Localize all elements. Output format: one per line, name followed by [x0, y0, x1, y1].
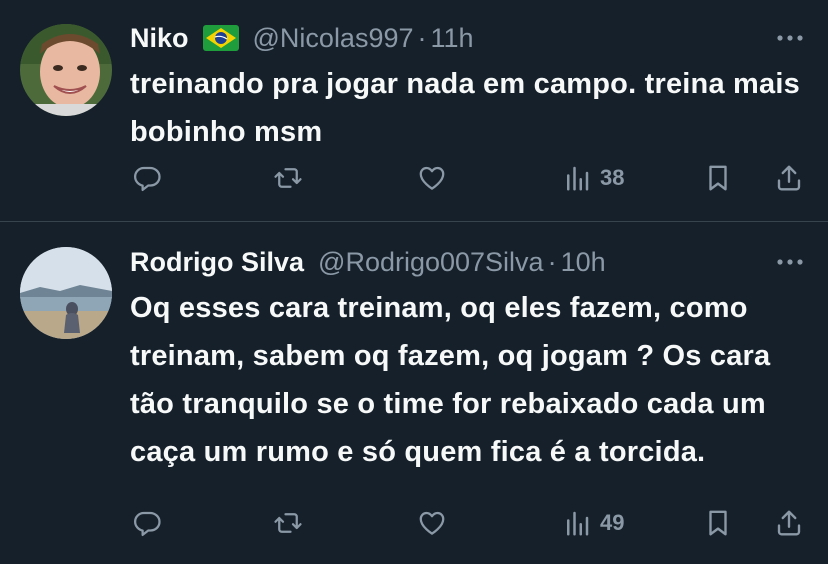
timestamp[interactable]: 11h [431, 23, 474, 54]
views-icon [567, 166, 589, 191]
share-icon [777, 165, 801, 191]
bookmark-button[interactable] [703, 505, 733, 541]
like-icon [419, 511, 445, 535]
username[interactable]: @Nicolas997 [253, 23, 414, 54]
retweet-icon [274, 168, 302, 188]
brazil-flag-icon [202, 25, 239, 51]
tweet[interactable]: Rodrigo Silva @Rodrigo007Silva · 10h Oq … [0, 222, 828, 564]
reply-button[interactable] [132, 160, 162, 196]
separator-dot: · [417, 22, 427, 53]
username[interactable]: @Rodrigo007Silva [318, 247, 544, 278]
like-icon [419, 166, 445, 190]
bookmark-button[interactable] [703, 160, 733, 196]
more-options-button[interactable] [772, 28, 808, 48]
bookmark-icon [709, 165, 727, 191]
avatar[interactable] [20, 247, 112, 339]
share-icon [777, 510, 801, 536]
views-count: 38 [600, 165, 625, 190]
tweet-text: treinando pra jogar nada em campo. trein… [130, 68, 800, 148]
display-name[interactable]: Rodrigo Silva [130, 247, 304, 278]
share-button[interactable] [774, 160, 804, 196]
views-button[interactable]: 38 [562, 160, 624, 196]
action-bar: 38 [130, 160, 808, 196]
share-button[interactable] [774, 505, 804, 541]
views-icon [567, 511, 589, 536]
views-button[interactable]: 49 [562, 505, 624, 541]
bookmark-icon [709, 510, 727, 536]
reply-icon [134, 511, 161, 536]
reply-button[interactable] [132, 505, 162, 541]
like-button[interactable] [417, 505, 447, 541]
more-icon [777, 35, 803, 41]
avatar[interactable] [20, 24, 112, 116]
views-count: 49 [600, 510, 625, 535]
retweet-button[interactable] [273, 160, 303, 196]
display-name[interactable]: Niko [130, 23, 189, 54]
reply-icon [134, 166, 161, 191]
action-bar: 49 [130, 505, 808, 541]
tweet[interactable]: Niko @Nicolas997 · 11h treinando pra jog… [0, 0, 828, 222]
separator-dot: · [547, 246, 557, 277]
retweet-button[interactable] [273, 505, 303, 541]
more-options-button[interactable] [772, 252, 808, 272]
like-button[interactable] [417, 160, 447, 196]
more-icon [777, 259, 803, 265]
timestamp[interactable]: 10h [561, 247, 606, 278]
tweet-text: Oq esses cara treinam, oq eles fazem, co… [130, 292, 771, 468]
retweet-icon [274, 513, 302, 533]
